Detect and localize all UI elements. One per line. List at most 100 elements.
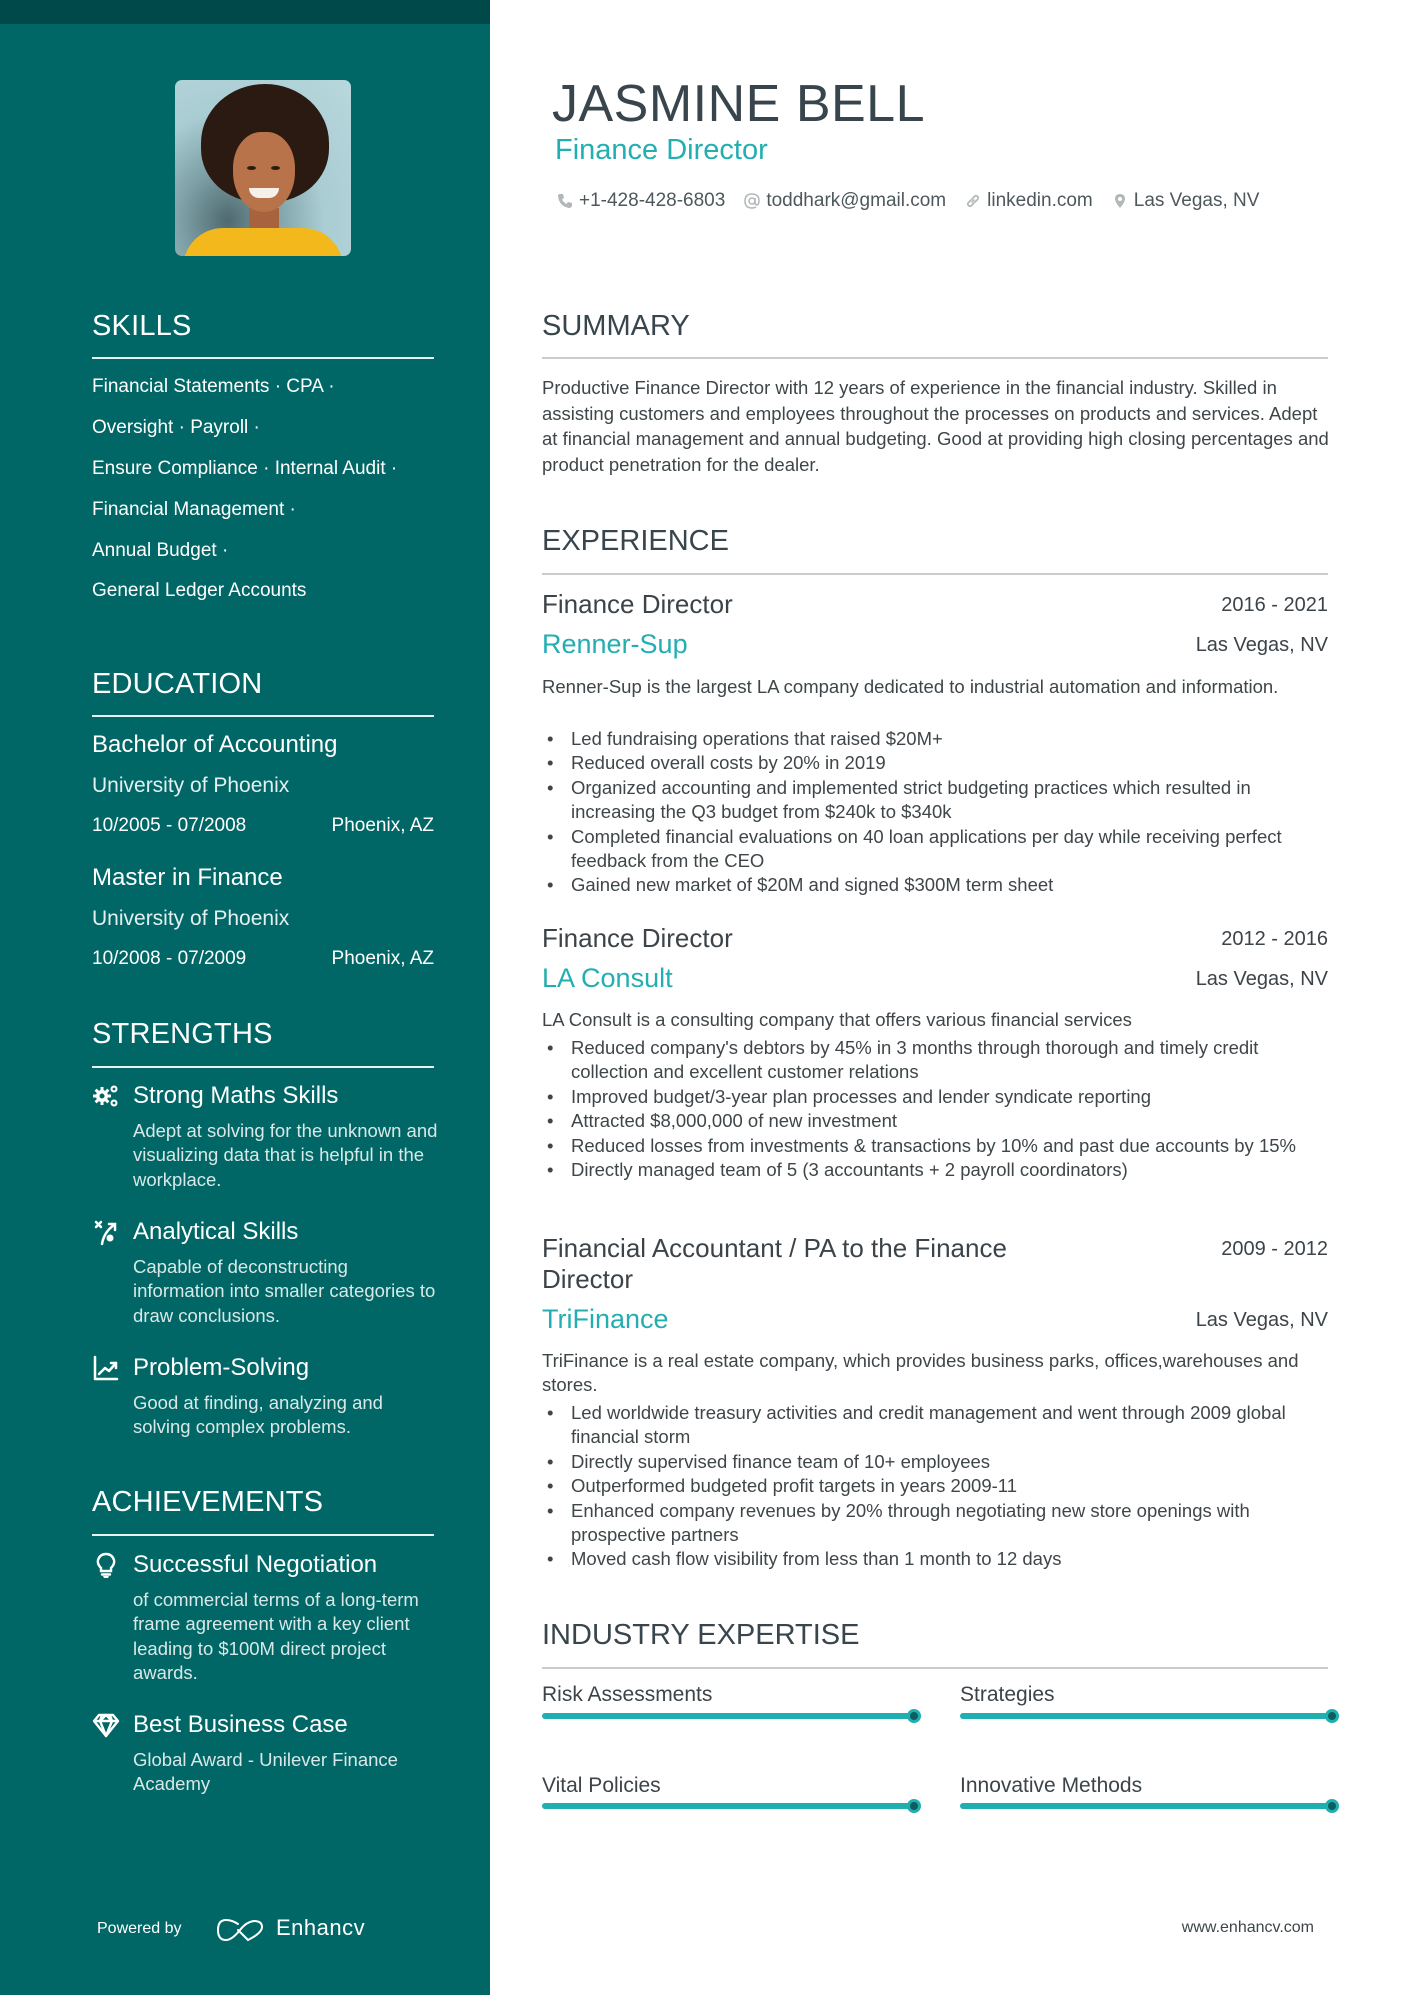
experience-bullet: Reduced company's debtors by 45% in 3 mo…: [542, 1036, 1332, 1085]
expertise-bar-fill: [542, 1803, 914, 1809]
education-dates: 10/2005 - 07/2008: [92, 815, 247, 836]
expertise-label: Risk Assessments: [542, 1683, 713, 1706]
expertise-bar-fill: [960, 1803, 1332, 1809]
contact-location-text: Las Vegas, NV: [1133, 190, 1260, 211]
expertise-label: Vital Policies: [542, 1774, 661, 1797]
strengths-divider: [92, 1066, 434, 1068]
strategy-icon: [94, 1220, 117, 1246]
enhancv-brand-name[interactable]: Enhancv: [276, 1915, 365, 1941]
achievement-title: Successful Negotiation: [133, 1551, 378, 1578]
expertise-bar-knob: [907, 1799, 921, 1813]
summary-text: Productive Finance Director with 12 year…: [542, 377, 1329, 475]
experience-bullet: Reduced losses from investments & transa…: [542, 1134, 1332, 1159]
experience-role: Financial Accountant / PA to the Finance…: [542, 1233, 1007, 1294]
experience-bullet: Moved cash flow visibility from less tha…: [542, 1547, 1332, 1572]
contact-phone-text: +1-428-428-6803: [579, 190, 726, 211]
expertise-bar: [960, 1799, 1339, 1813]
experience-bullet: Completed financial evaluations on 40 lo…: [542, 825, 1332, 874]
enhancv-logo-icon[interactable]: [216, 1918, 266, 1942]
experience-bullet: Organized accounting and implemented str…: [542, 776, 1332, 825]
experience-location: Las Vegas, NV: [1195, 968, 1328, 990]
phone-icon: [558, 194, 572, 208]
experience-bullet: Attracted $8,000,000 of new investment: [542, 1109, 1332, 1134]
education-dates: 10/2008 - 07/2009: [92, 948, 247, 969]
contact-info: +1-428-428-6803 toddhark@gmail.com linke…: [557, 190, 1278, 212]
expertise-bar: [960, 1709, 1339, 1723]
strength-description: Adept at solving for the unknown and vis…: [133, 1120, 438, 1190]
experience-bullet: Reduced overall costs by 20% in 2019: [542, 751, 1332, 776]
education-degree: Master in Finance: [92, 864, 283, 891]
sidebar: SKILLS Financial Statements · CPA · Over…: [0, 0, 490, 1995]
experience-bullet: Led worldwide treasury activities and cr…: [542, 1401, 1332, 1450]
experience-dates: 2012 - 2016: [1221, 928, 1328, 950]
candidate-title: Finance Director: [555, 134, 768, 166]
candidate-name: JASMINE BELL: [552, 75, 926, 133]
experience-heading: EXPERIENCE: [542, 525, 729, 557]
experience-bullet: Improved budget/3-year plan processes an…: [542, 1085, 1332, 1110]
experience-bullet: Directly supervised finance team of 10+ …: [542, 1450, 1332, 1475]
skills-line: Ensure Compliance · Internal Audit ·: [92, 458, 398, 479]
experience-company: Renner-Sup: [542, 629, 688, 659]
experience-bullet: Enhanced company revenues by 20% through…: [542, 1499, 1332, 1548]
expertise-label: Strategies: [960, 1683, 1055, 1706]
expertise-bar-knob: [1325, 1709, 1339, 1723]
diamond-icon: [92, 1713, 120, 1738]
contact-location: Las Vegas, NV: [1112, 190, 1260, 212]
experience-description: TriFinance is a real estate company, whi…: [542, 1350, 1299, 1396]
website-link[interactable]: www.enhancv.com: [1182, 1919, 1314, 1937]
expertise-heading: INDUSTRY EXPERTISE: [542, 1619, 860, 1651]
skills-line: Financial Statements · CPA ·: [92, 376, 335, 397]
experience-bullet: Directly managed team of 5 (3 accountant…: [542, 1158, 1332, 1183]
expertise-bar: [542, 1709, 921, 1723]
experience-bullets: Led worldwide treasury activities and cr…: [542, 1401, 1332, 1572]
experience-dates: 2009 - 2012: [1221, 1238, 1328, 1260]
contact-linkedin-text: linkedin.com: [987, 190, 1093, 211]
education-divider: [92, 715, 434, 717]
experience-bullet: Gained new market of $20M and signed $30…: [542, 873, 1332, 898]
skills-heading: SKILLS: [92, 310, 192, 342]
experience-description: LA Consult is a consulting company that …: [542, 1009, 1132, 1030]
expertise-bar-knob: [907, 1709, 921, 1723]
education-school: University of Phoenix: [92, 907, 290, 930]
experience-bullets: Led fundraising operations that raised $…: [542, 727, 1332, 898]
skills-line: General Ledger Accounts: [92, 580, 307, 601]
gears-icon: [93, 1085, 118, 1107]
experience-bullet: Led fundraising operations that raised $…: [542, 727, 1332, 752]
expertise-bar-knob: [1325, 1799, 1339, 1813]
experience-location: Las Vegas, NV: [1195, 1309, 1328, 1331]
strength-title: Problem-Solving: [133, 1354, 310, 1381]
location-pin-icon: [1114, 194, 1125, 208]
contact-email[interactable]: toddhark@gmail.com: [744, 190, 946, 212]
lightbulb-icon: [96, 1552, 116, 1578]
sidebar-top-band: [0, 0, 490, 24]
expertise-bar-fill: [542, 1713, 914, 1719]
experience-company: TriFinance: [542, 1304, 669, 1334]
experience-role: Finance Director: [542, 923, 733, 953]
line-chart-icon: [93, 1355, 119, 1381]
education-school: University of Phoenix: [92, 774, 290, 797]
strength-description: Capable of deconstructing information in…: [133, 1256, 436, 1326]
expertise-bar: [542, 1799, 921, 1813]
skills-divider: [92, 357, 434, 359]
contact-linkedin[interactable]: linkedin.com: [965, 190, 1093, 212]
education-degree: Bachelor of Accounting: [92, 731, 338, 758]
expertise-bar-fill: [960, 1713, 1332, 1719]
education-location: Phoenix, AZ: [331, 815, 434, 836]
summary-divider: [542, 357, 1328, 359]
achievements-divider: [92, 1534, 434, 1536]
expertise-label: Innovative Methods: [960, 1774, 1143, 1797]
experience-description: Renner-Sup is the largest LA company ded…: [542, 676, 1279, 697]
strength-title: Strong Maths Skills: [133, 1082, 339, 1109]
expertise-divider: [542, 1667, 1328, 1669]
experience-dates: 2016 - 2021: [1221, 594, 1328, 616]
strengths-heading: STRENGTHS: [92, 1018, 273, 1050]
strength-title: Analytical Skills: [133, 1218, 299, 1245]
achievement-description: of commercial terms of a long-term frame…: [133, 1589, 419, 1683]
experience-role: Finance Director: [542, 589, 733, 619]
summary-heading: SUMMARY: [542, 310, 690, 342]
contact-phone[interactable]: +1-428-428-6803: [557, 190, 725, 212]
link-icon: [967, 194, 980, 208]
skills-line: Annual Budget ·: [92, 540, 229, 561]
skills-line: Oversight · Payroll ·: [92, 417, 260, 438]
at-icon: [744, 193, 761, 209]
